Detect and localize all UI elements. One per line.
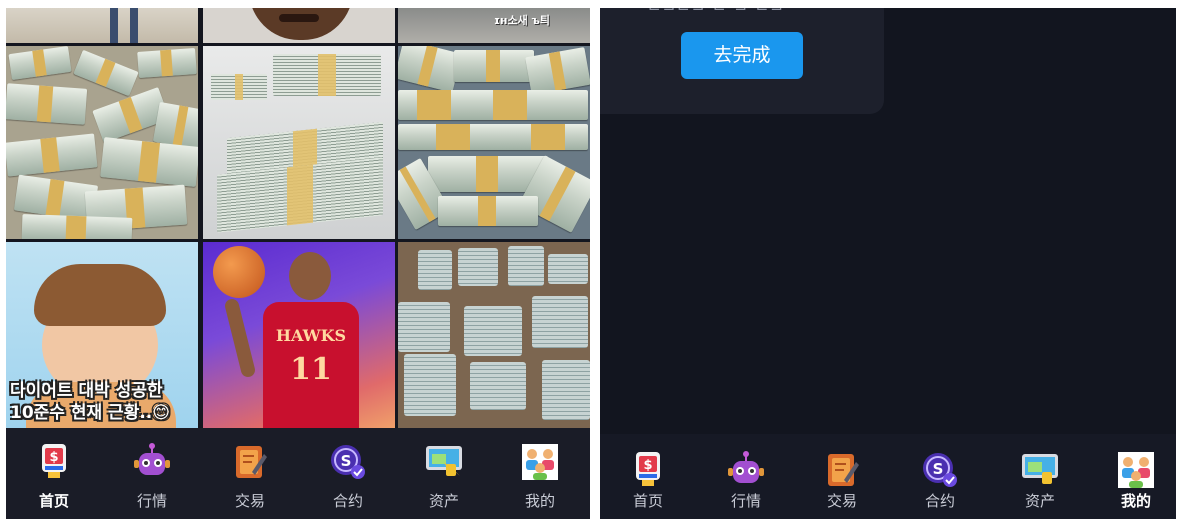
tab-assets-label: 资产 [428, 492, 459, 510]
tab-trade-label: 交易 [826, 492, 857, 510]
tab-contract-label: 合约 [332, 492, 363, 510]
svg-text:$: $ [49, 450, 58, 465]
go-complete-button[interactable]: 去完成 [681, 32, 803, 79]
tab-trade-label: 交易 [234, 492, 265, 510]
right-phone-screen: ⊏⊐⊏⊐ ⊏ ⊐ ⊏⊐ 去完成 $ 首页 行情 [600, 8, 1176, 519]
feed-image-cash-bundles[interactable] [398, 46, 590, 239]
tab-home-label: 首页 [632, 492, 663, 510]
task-card: ⊏⊐⊏⊐ ⊏ ⊐ ⊏⊐ 去完成 [600, 8, 884, 114]
image-feed-grid: ɪн소새 ъ틔 다이어트 대박 성공한 10준수 현재 근황..😊 HAWKS … [6, 8, 590, 428]
tab-assets-label: 资产 [1024, 492, 1055, 510]
robot-market-icon [134, 443, 170, 475]
bottom-tab-bar: $ 首页 行情 交易 S 合约 资产 我的 [600, 434, 1176, 519]
feed-image-text-thumb[interactable]: ɪн소새 ъ틔 [398, 8, 590, 43]
tab-contract[interactable]: S 合约 [892, 434, 988, 519]
feed-image-street[interactable] [6, 8, 198, 43]
people-profile-icon [522, 444, 558, 480]
left-phone-screen: ɪн소새 ъ틔 다이어트 대박 성공한 10준수 현재 근황..😊 HAWKS … [6, 8, 590, 519]
jersey-number-text: 11 [290, 352, 332, 387]
monitor-assets-icon [426, 446, 462, 476]
tab-market-label: 行情 [136, 492, 167, 510]
tab-assets[interactable]: 资产 [992, 434, 1088, 519]
feed-image-money-blocks[interactable] [398, 242, 590, 428]
notepad-trade-icon [828, 454, 859, 486]
people-profile-icon [1118, 452, 1154, 488]
feed-image-money-pile[interactable] [6, 46, 198, 239]
svg-text:S: S [341, 452, 352, 470]
tab-contract-label: 合约 [924, 492, 955, 510]
feed-image-boy-photo[interactable]: 다이어트 대박 성공한 10준수 현재 근황..😊 [6, 242, 198, 428]
tab-home[interactable]: $ 首页 [600, 434, 696, 519]
robot-market-icon [728, 451, 764, 483]
tab-assets[interactable]: 资产 [396, 428, 492, 519]
boy-photo-caption: 다이어트 대박 성공한 10준수 현재 근황..😊 [10, 381, 170, 423]
monitor-assets-icon [1022, 454, 1058, 484]
tab-profile-label: 我的 [1120, 492, 1151, 510]
tab-home-label: 首页 [38, 492, 69, 510]
task-card-cropped-text: ⊏⊐⊏⊐ ⊏ ⊐ ⊏⊐ [648, 8, 785, 14]
thumb-overlay-text: ɪн소새 ъ틔 [493, 14, 550, 27]
tab-market-label: 行情 [730, 492, 761, 510]
feed-image-basketball-player[interactable]: HAWKS 11 [203, 242, 395, 428]
tab-trade[interactable]: 交易 [202, 428, 298, 519]
notepad-trade-icon [236, 446, 267, 478]
feed-image-face[interactable] [203, 8, 395, 43]
tab-profile[interactable]: 我的 [492, 428, 588, 519]
coin-contract-icon: S [331, 445, 365, 479]
tab-trade[interactable]: 交易 [794, 434, 890, 519]
tab-market[interactable]: 行情 [104, 428, 200, 519]
coin-contract-icon: S [923, 453, 957, 487]
feed-image-money-stacks[interactable] [203, 46, 395, 239]
bottom-tab-bar: $ 首页 行情 交易 S 合约 资产 我的 [6, 428, 590, 519]
tab-market[interactable]: 行情 [698, 434, 794, 519]
tab-profile[interactable]: 我的 [1088, 434, 1176, 519]
jersey-team-text: HAWKS [275, 326, 347, 345]
tab-profile-label: 我的 [524, 492, 555, 510]
svg-text:$: $ [643, 458, 652, 473]
tab-home[interactable]: $ 首页 [6, 428, 102, 519]
tab-contract[interactable]: S 合约 [300, 428, 396, 519]
svg-text:S: S [933, 460, 944, 478]
home-icon: $ [42, 444, 66, 478]
home-icon: $ [636, 452, 660, 486]
